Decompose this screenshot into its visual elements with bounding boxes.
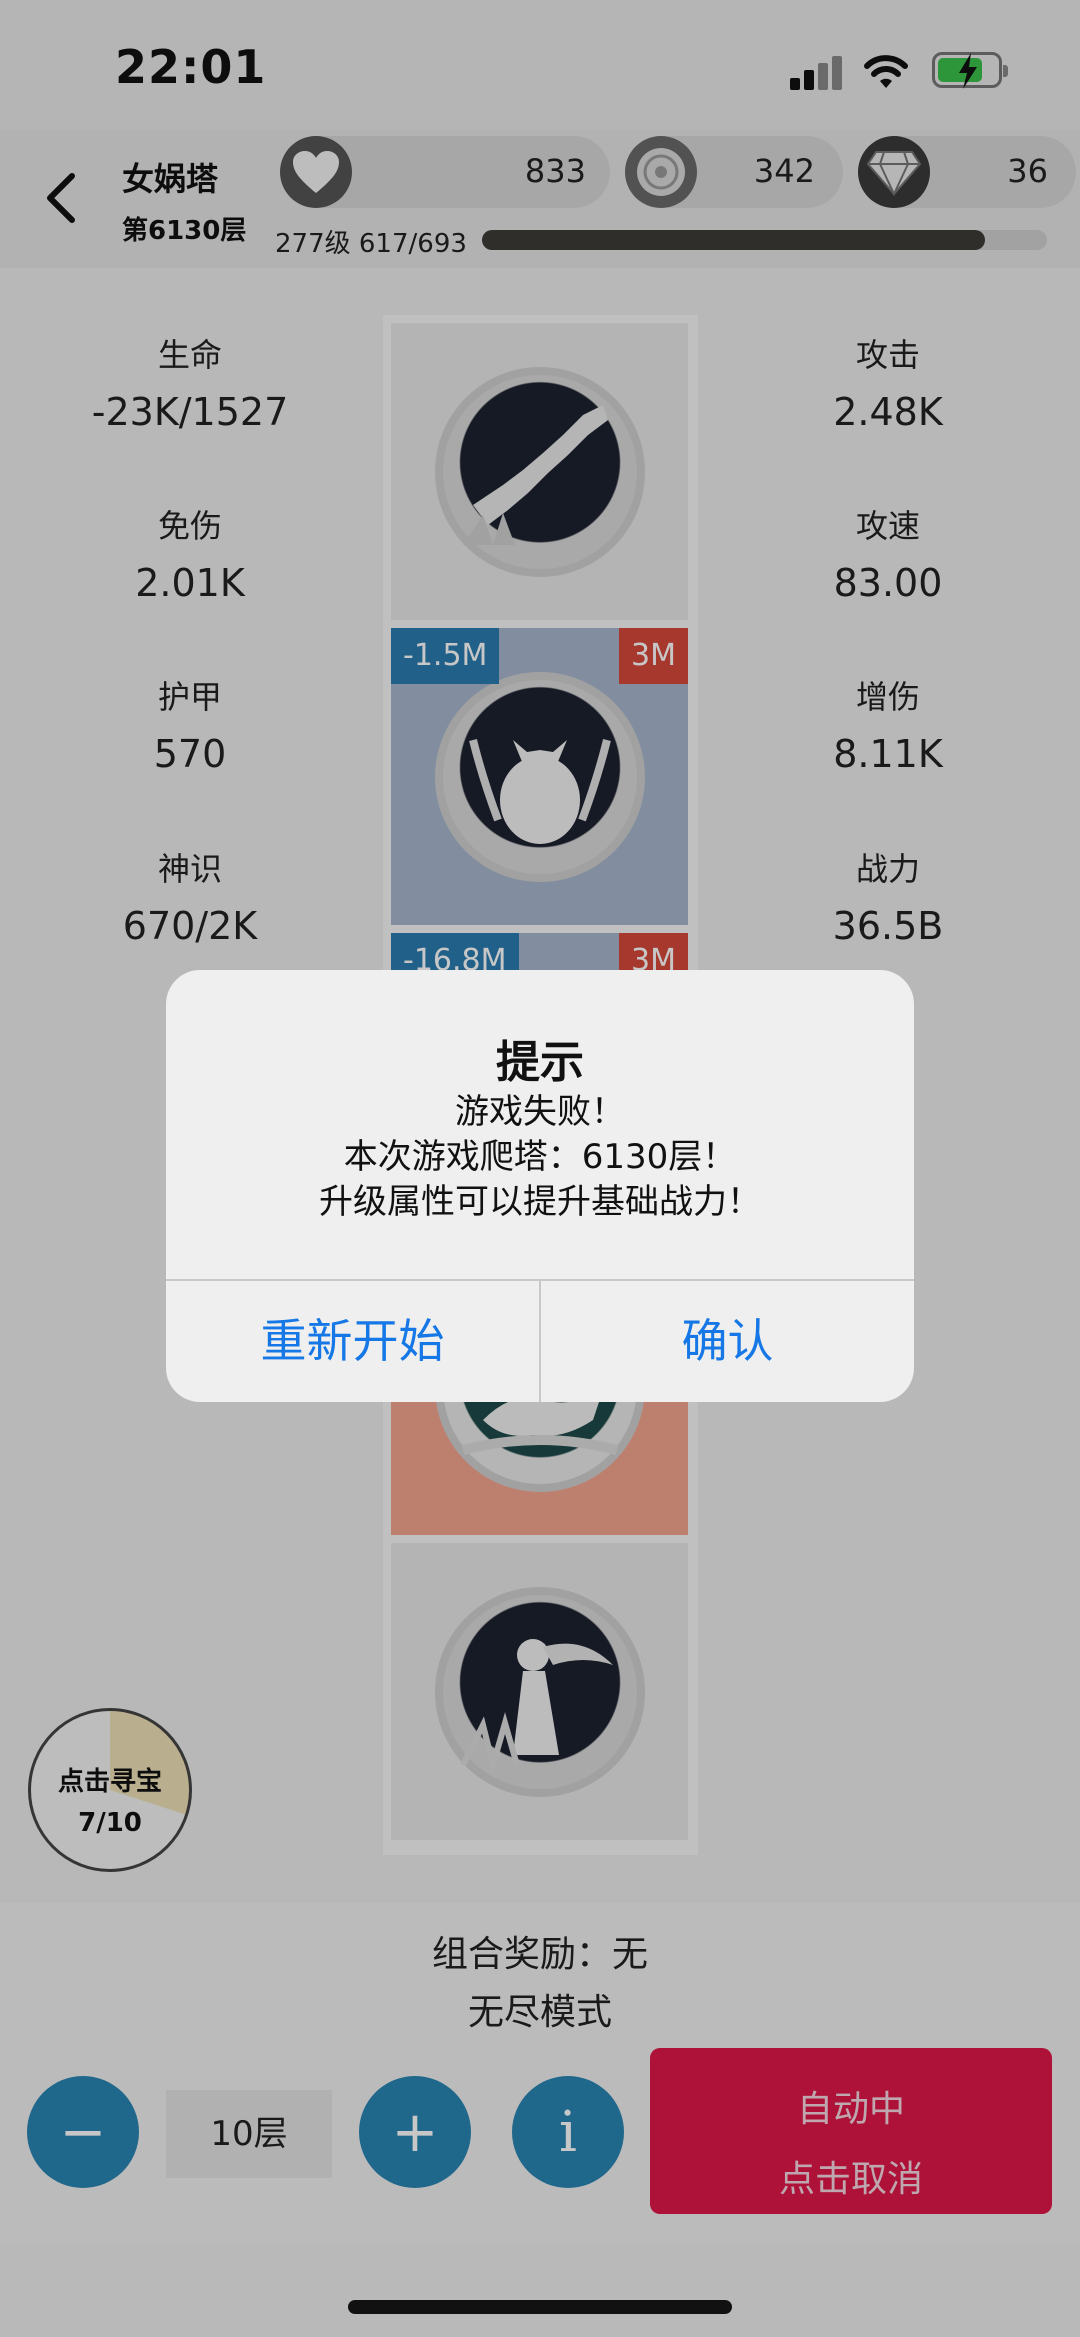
alert-message-line: 游戏失败！ [455, 1092, 625, 1132]
alert-dialog: 提示 游戏失败！ 本次游戏爬塔：6130层！ 升级属性可以提升基础战力！ 重新开… [166, 970, 914, 1402]
alert-title: 提示 [496, 1037, 584, 1088]
home-indicator [348, 2300, 732, 2314]
alert-message: 游戏失败！ 本次游戏爬塔：6130层！ 升级属性可以提升基础战力！ [166, 1090, 914, 1225]
restart-button[interactable]: 重新开始 [166, 1281, 539, 1402]
alert-message-line: 升级属性可以提升基础战力！ [319, 1182, 761, 1222]
confirm-button[interactable]: 确认 [541, 1281, 914, 1402]
alert-message-line: 本次游戏爬塔：6130层！ [343, 1137, 737, 1177]
